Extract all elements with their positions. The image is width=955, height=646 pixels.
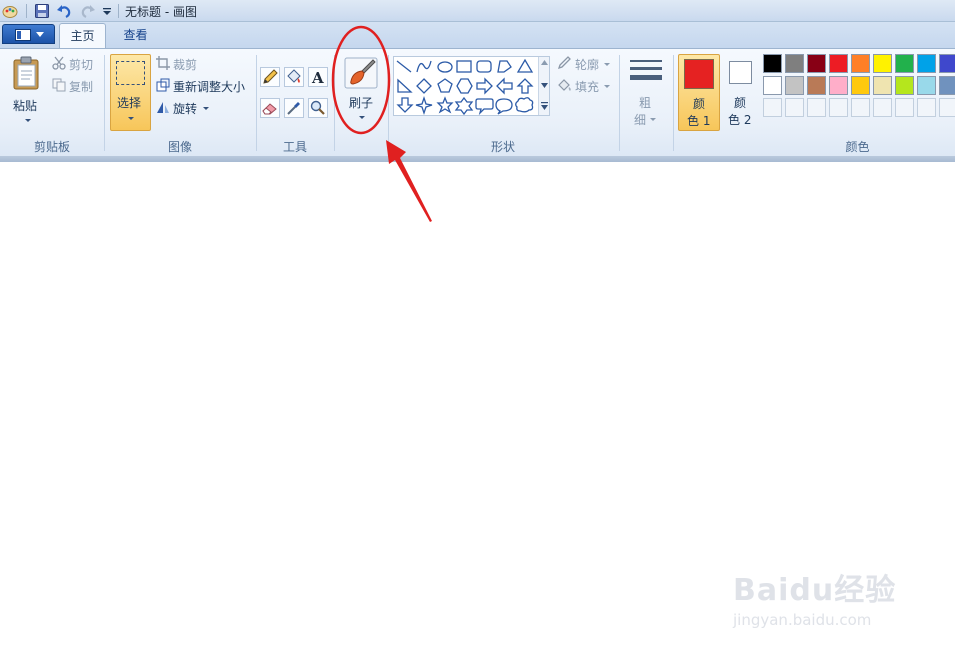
watermark-url: jingyan.baidu.com	[733, 611, 872, 629]
annotation-arrow	[386, 140, 432, 222]
annotation-circle	[331, 25, 391, 135]
watermark: Baidu经验 jingyan.baidu.com	[733, 565, 896, 629]
annotation-overlay	[331, 25, 432, 222]
watermark-brand: Baidu经验	[733, 573, 897, 608]
